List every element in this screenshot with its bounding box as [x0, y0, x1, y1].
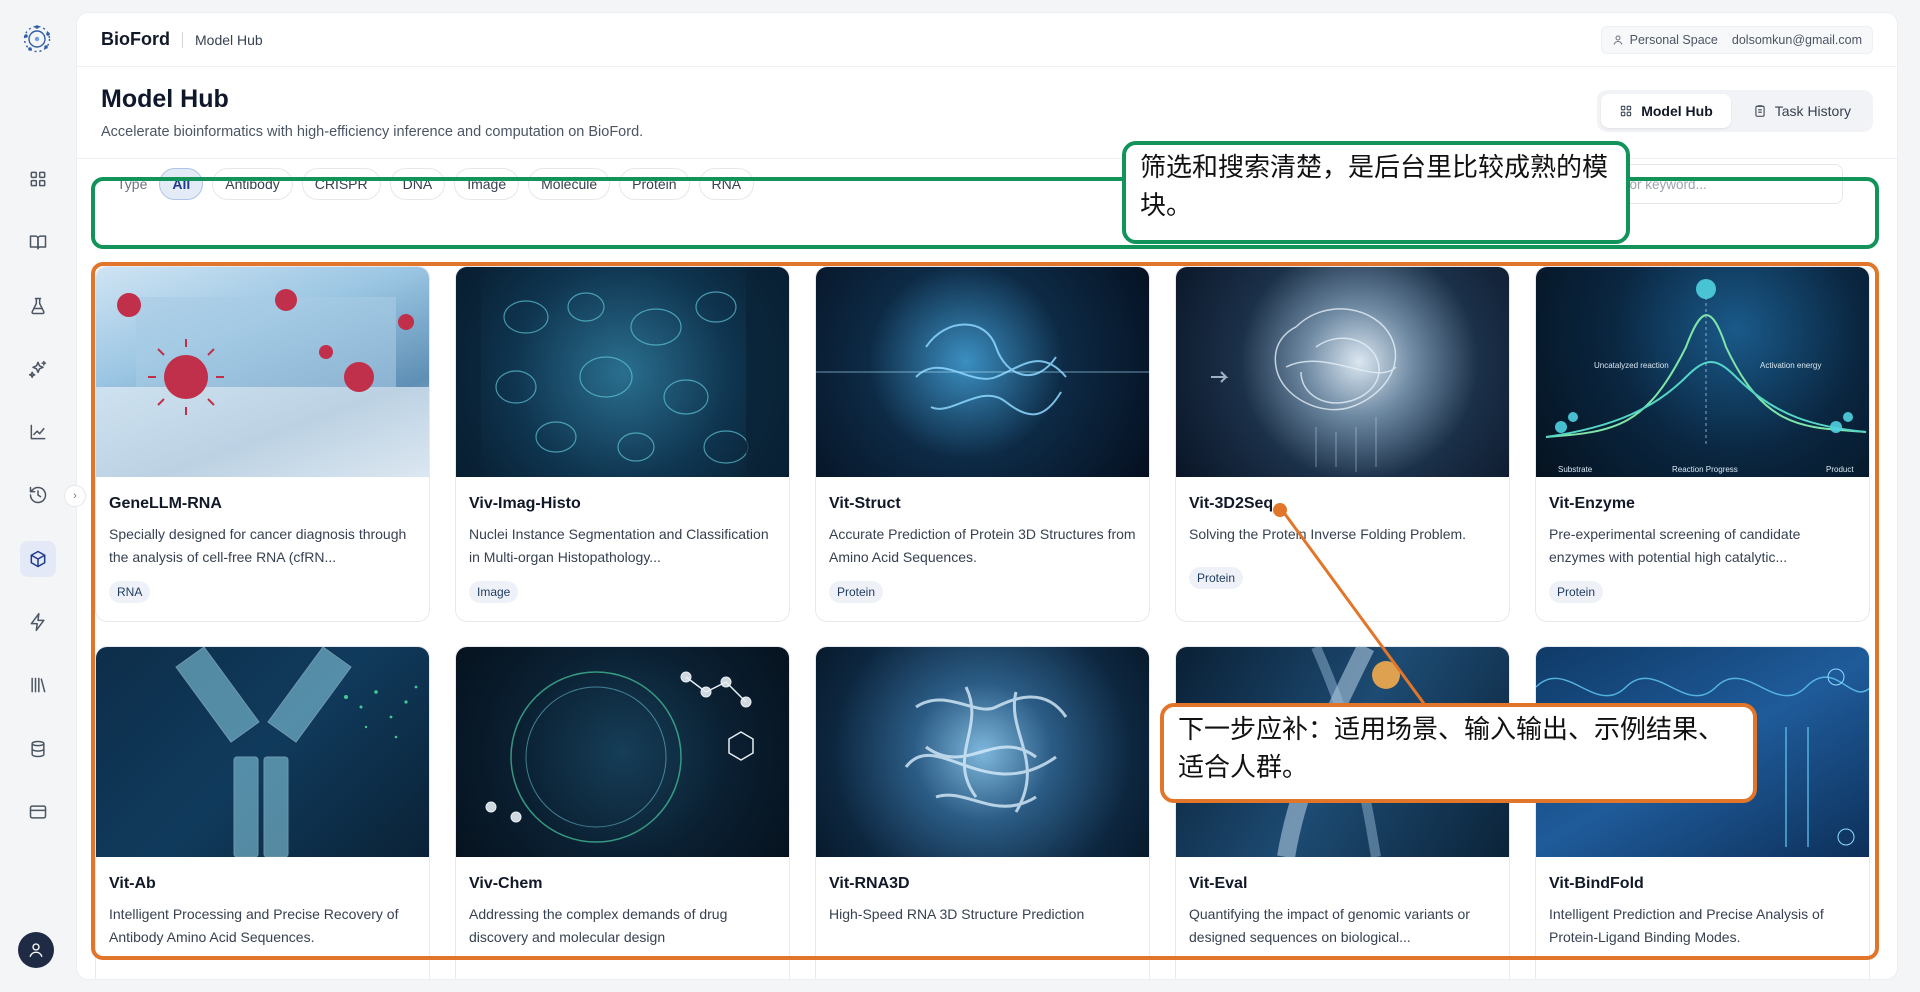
account-email[interactable]: dolsomkun@gmail.com: [1732, 33, 1862, 47]
user-icon: [29, 943, 43, 958]
annotation-note-green: 筛选和搜索清楚，是后台里比较成熟的模块。: [1122, 141, 1630, 244]
book-icon[interactable]: [20, 224, 56, 260]
card-title: Vit-RNA3D: [829, 875, 910, 892]
card-image: [96, 647, 429, 857]
bioford-logo-icon[interactable]: [22, 24, 52, 54]
chip-antibody[interactable]: Antibody: [212, 168, 293, 200]
sparkle-icon[interactable]: [20, 351, 56, 387]
model-card[interactable]: Viv-Chem Addressing the complex demands …: [455, 646, 790, 979]
chart-label-product: Product: [1826, 465, 1854, 474]
tab-model-hub[interactable]: Model Hub: [1601, 94, 1731, 128]
bolt-icon[interactable]: [20, 604, 56, 640]
card-description: Nuclei Instance Segmentation and Classif…: [469, 526, 769, 565]
card-icon[interactable]: [20, 794, 56, 830]
card-title: Vit-BindFold: [1549, 875, 1644, 892]
flask-icon[interactable]: [20, 288, 56, 324]
card-tag: Image: [469, 581, 519, 603]
top-bar: BioFord Model Hub Personal Space dolsomk…: [77, 13, 1897, 67]
chip-rna[interactable]: RNA: [698, 168, 755, 200]
card-title: Vit-Enzyme: [1549, 495, 1635, 512]
grid-icon[interactable]: [20, 161, 56, 197]
user-icon: [1613, 35, 1623, 45]
user-avatar[interactable]: [18, 932, 54, 968]
card-title: Vit-3D2Seq: [1189, 495, 1274, 512]
history-icon[interactable]: [20, 477, 56, 513]
card-description: Accurate Prediction of Protein 3D Struct…: [829, 526, 1136, 565]
type-label: Type: [117, 176, 148, 192]
personal-space-link[interactable]: Personal Space: [1612, 33, 1718, 47]
chip-image[interactable]: Image: [454, 168, 520, 200]
card-description: Intelligent Prediction and Precise Analy…: [1549, 906, 1824, 945]
chevron-right-icon: ›: [73, 490, 77, 502]
card-title: Vit-Struct: [829, 495, 901, 512]
tab-task-history[interactable]: Task History: [1735, 94, 1869, 128]
library-icon[interactable]: [20, 667, 56, 703]
clipboard-icon: [1755, 105, 1765, 117]
chart-label-uncatalyzed: Uncatalyzed reaction: [1594, 361, 1669, 370]
card-title: GeneLLM-RNA: [109, 495, 222, 512]
cube-icon[interactable]: [20, 541, 56, 577]
card-tag: Protein: [1549, 581, 1604, 603]
model-card[interactable]: Vit-Ab Intelligent Processing and Precis…: [95, 646, 430, 979]
chip-molecule[interactable]: Molecule: [528, 168, 611, 200]
card-description: Specially designed for cancer diagnosis …: [109, 526, 407, 565]
divider: [182, 31, 183, 48]
view-switcher: Model Hub Task History: [1597, 90, 1873, 132]
chip-protein[interactable]: Protein: [619, 168, 690, 200]
card-title: Viv-Imag-Histo: [469, 495, 581, 512]
card-title: Viv-Chem: [469, 875, 543, 892]
card-image: [96, 267, 429, 477]
breadcrumb[interactable]: Model Hub: [195, 32, 263, 48]
tab-label: Task History: [1774, 103, 1851, 119]
card-title: Vit-Eval: [1189, 875, 1248, 892]
card-title: Vit-Ab: [109, 875, 156, 892]
card-tag: RNA: [109, 581, 151, 603]
database-icon[interactable]: [20, 731, 56, 767]
model-card[interactable]: GeneLLM-RNA Specially designed for cance…: [95, 266, 430, 622]
personal-space-label: Personal Space: [1629, 32, 1718, 47]
tab-label: Model Hub: [1641, 103, 1713, 119]
brand-name[interactable]: BioFord: [101, 29, 170, 50]
card-description: High-Speed RNA 3D Structure Prediction: [829, 906, 1085, 922]
card-image: [456, 267, 789, 477]
model-card[interactable]: Vit-Eval Quantifying the impact of genom…: [1175, 646, 1510, 979]
model-card[interactable]: Vit-Struct Accurate Prediction of Protei…: [815, 266, 1150, 622]
model-card[interactable]: Viv-Imag-Histo Nuclei Instance Segmentat…: [455, 266, 790, 622]
chart-label-progress: Reaction Progress: [1672, 465, 1738, 474]
card-image: [1176, 267, 1509, 477]
chip-crispr[interactable]: CRISPR: [301, 168, 381, 200]
card-description: Solving the Protein Inverse Folding Prob…: [1189, 526, 1467, 542]
card-image: [816, 267, 1149, 477]
model-card[interactable]: Uncatalyzed reaction Activation energy S…: [1535, 266, 1870, 622]
card-tag: Protein: [1189, 567, 1244, 589]
card-tag: Protein: [829, 581, 884, 603]
card-image: Uncatalyzed reaction Activation energy S…: [1536, 267, 1869, 477]
sidebar: ›: [0, 0, 86, 992]
chart-label-activation: Activation energy: [1760, 361, 1821, 370]
grid-icon: [1621, 105, 1632, 117]
card-image: [816, 647, 1149, 857]
card-image: [456, 647, 789, 857]
chart-icon[interactable]: [20, 414, 56, 450]
model-card[interactable]: Vit-RNA3D High-Speed RNA 3D Structure Pr…: [815, 646, 1150, 979]
model-grid: GeneLLM-RNA Specially designed for cance…: [95, 266, 1871, 979]
chip-all[interactable]: All: [159, 168, 204, 200]
account-area: Personal Space dolsomkun@gmail.com: [1600, 25, 1873, 54]
model-card[interactable]: Vit-3D2Seq Solving the Protein Inverse F…: [1175, 266, 1510, 622]
expand-sidebar-button[interactable]: ›: [64, 485, 86, 507]
card-description: Intelligent Processing and Precise Recov…: [109, 906, 399, 945]
card-description: Addressing the complex demands of drug d…: [469, 906, 728, 945]
model-card[interactable]: Vit-BindFold Intelligent Prediction and …: [1535, 646, 1870, 979]
chart-label-substrate: Substrate: [1558, 465, 1593, 474]
chip-dna[interactable]: DNA: [389, 168, 446, 200]
card-description: Pre-experimental screening of candidate …: [1549, 526, 1801, 565]
card-description: Quantifying the impact of genomic varian…: [1189, 906, 1470, 945]
annotation-note-orange: 下一步应补：适用场景、输入输出、示例结果、适合人群。: [1160, 703, 1757, 803]
